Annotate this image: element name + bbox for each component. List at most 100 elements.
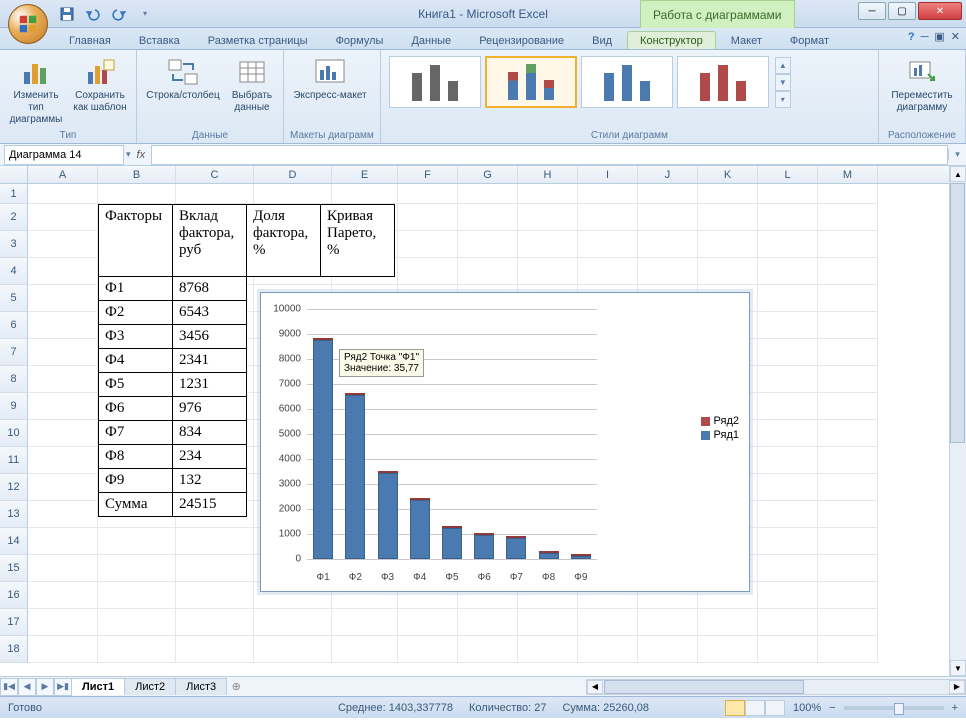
sheet-nav-last-icon[interactable]: ▶▮ [54, 678, 72, 696]
cell[interactable] [398, 184, 458, 204]
column-header[interactable]: I [578, 166, 638, 183]
cell[interactable] [818, 555, 878, 582]
doc-restore-button[interactable]: ▣ [934, 30, 944, 43]
select-data-button[interactable]: Выбрать данные [227, 54, 277, 116]
embedded-chart[interactable]: 0100020003000400050006000700080009000100… [260, 292, 750, 592]
office-button[interactable] [8, 4, 48, 44]
tab-home[interactable]: Главная [56, 31, 124, 49]
scroll-thumb[interactable] [950, 183, 965, 443]
cell[interactable] [818, 636, 878, 663]
row-header[interactable]: 13 [0, 501, 28, 528]
cell[interactable] [176, 636, 254, 663]
hscroll-right-icon[interactable]: ▶ [949, 680, 965, 694]
cell[interactable] [28, 555, 98, 582]
change-chart-type-button[interactable]: Изменить тип диаграммы [6, 54, 66, 128]
cell[interactable] [176, 184, 254, 204]
column-header[interactable]: D [254, 166, 332, 183]
table-cell[interactable]: 132 [173, 469, 247, 493]
cell[interactable] [176, 528, 254, 555]
chart-bar[interactable] [539, 553, 559, 559]
zoom-slider[interactable] [844, 706, 944, 710]
chart-style-1[interactable] [389, 56, 481, 108]
row-header[interactable]: 14 [0, 528, 28, 555]
cell[interactable] [758, 204, 818, 231]
cell[interactable] [578, 609, 638, 636]
quick-layout-button[interactable]: Экспресс-макет [290, 54, 370, 104]
sheet-tab-1[interactable]: Лист1 [71, 678, 125, 695]
cell[interactable] [398, 258, 458, 285]
cell[interactable] [398, 231, 458, 258]
cell[interactable] [28, 582, 98, 609]
cell[interactable] [458, 204, 518, 231]
cell[interactable] [758, 258, 818, 285]
sum-label-cell[interactable]: Сумма [99, 493, 173, 517]
cell[interactable] [698, 184, 758, 204]
column-header[interactable]: G [458, 166, 518, 183]
chart-legend[interactable]: Ряд2 Ряд1 [701, 413, 739, 443]
table-cell[interactable]: Ф1 [99, 277, 173, 301]
cell[interactable] [98, 555, 176, 582]
cell[interactable] [98, 609, 176, 636]
row-header[interactable]: 12 [0, 474, 28, 501]
cell[interactable] [518, 609, 578, 636]
cell[interactable] [638, 636, 698, 663]
column-header[interactable]: L [758, 166, 818, 183]
cell[interactable] [638, 231, 698, 258]
sum-value-cell[interactable]: 24515 [173, 493, 247, 517]
row-header[interactable]: 3 [0, 231, 28, 258]
table-cell[interactable]: 3456 [173, 325, 247, 349]
cell[interactable] [758, 582, 818, 609]
cell[interactable] [758, 184, 818, 204]
cell[interactable] [758, 285, 818, 312]
row-header[interactable]: 6 [0, 312, 28, 339]
redo-icon[interactable] [108, 3, 130, 25]
cell[interactable] [458, 258, 518, 285]
zoom-level[interactable]: 100% [793, 702, 821, 714]
name-box[interactable] [4, 145, 124, 165]
table-cell[interactable]: 6543 [173, 301, 247, 325]
row-header[interactable]: 5 [0, 285, 28, 312]
cell[interactable] [28, 501, 98, 528]
column-header[interactable]: C [176, 166, 254, 183]
cell[interactable] [758, 420, 818, 447]
row-header[interactable]: 10 [0, 420, 28, 447]
cell[interactable] [758, 231, 818, 258]
cell[interactable] [398, 204, 458, 231]
cell[interactable] [98, 184, 176, 204]
table-cell[interactable]: Ф2 [99, 301, 173, 325]
row-header[interactable]: 8 [0, 366, 28, 393]
cell[interactable] [758, 339, 818, 366]
normal-view-button[interactable] [725, 700, 745, 716]
undo-icon[interactable] [82, 3, 104, 25]
row-header[interactable]: 15 [0, 555, 28, 582]
horizontal-scrollbar[interactable]: ◀ ▶ [586, 679, 966, 695]
row-header[interactable]: 16 [0, 582, 28, 609]
table-cell[interactable]: Ф8 [99, 445, 173, 469]
cell[interactable] [818, 474, 878, 501]
row-header[interactable]: 18 [0, 636, 28, 663]
chart-style-4[interactable] [677, 56, 769, 108]
cell[interactable] [28, 366, 98, 393]
cell[interactable] [818, 528, 878, 555]
table-cell[interactable]: 8768 [173, 277, 247, 301]
tab-chart-format[interactable]: Формат [777, 31, 842, 49]
table-cell[interactable]: Ф9 [99, 469, 173, 493]
cell[interactable] [698, 204, 758, 231]
cell[interactable] [698, 636, 758, 663]
cell[interactable] [698, 231, 758, 258]
tab-data[interactable]: Данные [398, 31, 464, 49]
table-cell[interactable]: 2341 [173, 349, 247, 373]
doc-minimize-button[interactable]: ─ [921, 31, 929, 43]
tab-formulas[interactable]: Формулы [323, 31, 397, 49]
cell[interactable] [758, 528, 818, 555]
column-header[interactable]: J [638, 166, 698, 183]
cell[interactable] [758, 366, 818, 393]
row-header[interactable]: 2 [0, 204, 28, 231]
row-header[interactable]: 11 [0, 447, 28, 474]
cell[interactable] [818, 231, 878, 258]
table-cell[interactable]: 834 [173, 421, 247, 445]
cell[interactable] [518, 184, 578, 204]
chart-bar[interactable] [571, 556, 591, 559]
sheet-tab-3[interactable]: Лист3 [175, 678, 227, 695]
table-cell[interactable]: Ф3 [99, 325, 173, 349]
